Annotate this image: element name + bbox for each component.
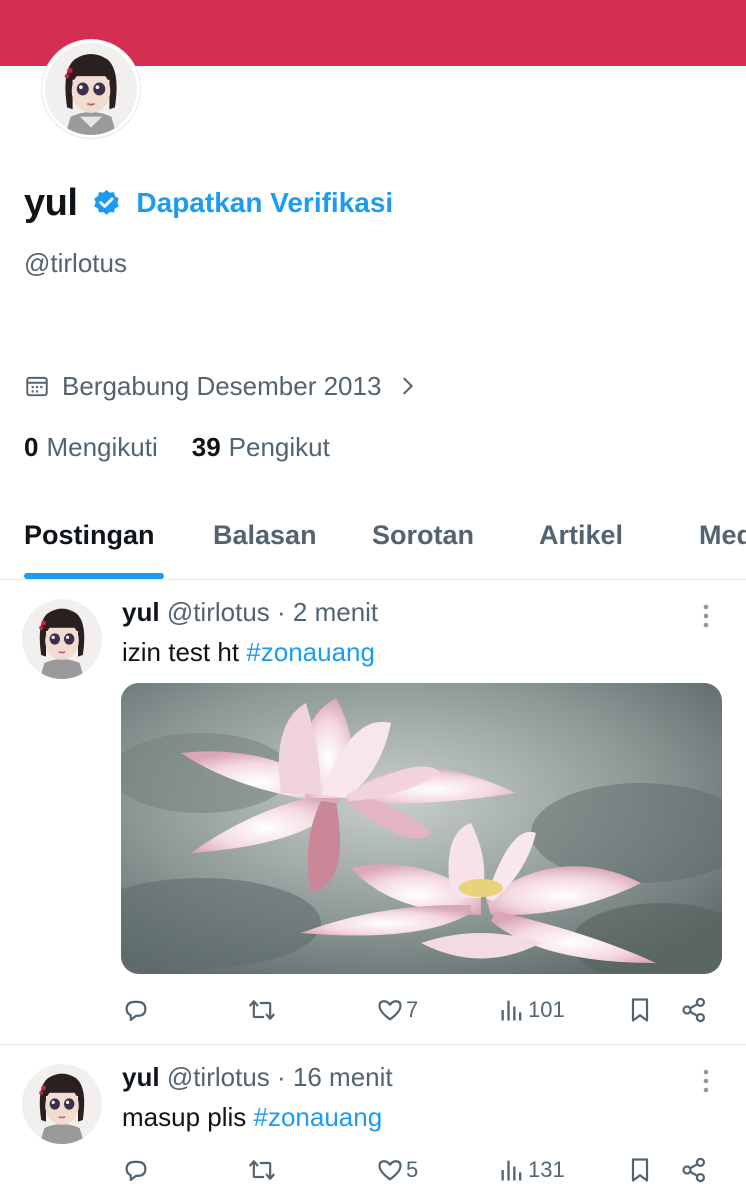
reply-button[interactable] xyxy=(122,1152,150,1188)
like-count: 5 xyxy=(406,1157,419,1182)
avatar-image xyxy=(22,599,102,679)
hashtag-link[interactable]: #zonauang xyxy=(254,1102,383,1132)
heart-icon xyxy=(378,1000,402,1021)
tab-media[interactable]: Med xyxy=(699,520,746,551)
repost-button[interactable] xyxy=(248,992,276,1028)
post-header: yul @tirlotus · 16 menit xyxy=(122,1062,393,1093)
post-handle-time[interactable]: @tirlotus · 2 menit xyxy=(167,597,378,627)
lotus-photo xyxy=(121,683,722,974)
repost-icon xyxy=(249,1000,275,1020)
like-count: 7 xyxy=(406,997,419,1022)
repost-button[interactable] xyxy=(248,1152,276,1188)
following-label[interactable]: Mengikuti xyxy=(46,432,157,463)
get-verified-link[interactable]: Dapatkan Verifikasi xyxy=(136,187,393,219)
following-count[interactable]: 0 xyxy=(24,432,38,463)
reply-icon xyxy=(125,1000,147,1022)
views-bar-icon xyxy=(501,1160,522,1181)
post-author-name[interactable]: yul xyxy=(122,1062,160,1092)
profile-avatar[interactable] xyxy=(42,40,140,138)
bookmark-button[interactable] xyxy=(626,992,654,1028)
views-button[interactable]: 101 xyxy=(498,992,565,1028)
profile-name-row: yul Dapatkan Verifikasi xyxy=(24,178,393,228)
post-avatar[interactable] xyxy=(22,599,102,679)
share-icon xyxy=(682,997,706,1023)
bookmark-button[interactable] xyxy=(626,1152,654,1188)
avatar-image xyxy=(22,1064,102,1144)
verified-badge-icon[interactable] xyxy=(91,188,122,219)
followers-count[interactable]: 39 xyxy=(192,432,221,463)
post-text: izin test ht #zonauang xyxy=(122,637,375,668)
avatar-image xyxy=(45,43,137,135)
active-tab-indicator xyxy=(24,573,164,579)
share-button[interactable] xyxy=(680,1152,708,1188)
post-item[interactable]: yul @tirlotus · 2 menit izin test ht #zo… xyxy=(0,581,746,1045)
post-body: masup plis xyxy=(122,1102,254,1132)
calendar-icon xyxy=(26,376,48,397)
reply-icon xyxy=(125,1160,147,1182)
view-count: 101 xyxy=(528,997,565,1022)
joined-date-row[interactable]: Bergabung Desember 2013 xyxy=(24,366,419,406)
reply-button[interactable] xyxy=(122,992,150,1028)
post-actions: 5 131 xyxy=(0,1152,746,1188)
post-media-image[interactable] xyxy=(121,683,722,974)
bookmark-icon xyxy=(631,1158,649,1182)
like-button[interactable]: 5 xyxy=(376,1152,418,1188)
tab-articles[interactable]: Artikel xyxy=(539,520,623,551)
display-name: yul xyxy=(24,181,78,224)
like-button[interactable]: 7 xyxy=(376,992,418,1028)
heart-icon xyxy=(378,1160,402,1181)
repost-icon xyxy=(249,1160,275,1180)
hashtag-link[interactable]: #zonauang xyxy=(246,637,375,667)
view-count: 131 xyxy=(528,1157,565,1182)
views-bar-icon xyxy=(501,1000,522,1021)
post-avatar[interactable] xyxy=(22,1064,102,1144)
followers-label[interactable]: Pengikut xyxy=(229,432,330,463)
post-handle-time[interactable]: @tirlotus · 16 menit xyxy=(167,1062,393,1092)
more-vertical-icon[interactable] xyxy=(696,601,716,631)
bookmark-icon xyxy=(631,998,649,1022)
joined-date-text: Bergabung Desember 2013 xyxy=(62,370,382,401)
more-vertical-icon[interactable] xyxy=(696,1066,716,1096)
share-button[interactable] xyxy=(680,992,708,1028)
tab-replies[interactable]: Balasan xyxy=(213,520,317,551)
follow-stats: 0 Mengikuti 39 Pengikut xyxy=(24,428,330,466)
profile-handle: @tirlotus xyxy=(24,248,127,278)
views-button[interactable]: 131 xyxy=(498,1152,565,1188)
post-item[interactable]: yul @tirlotus · 16 menit masup plis #zon… xyxy=(0,1046,746,1200)
tab-posts[interactable]: Postingan xyxy=(24,520,155,551)
post-body: izin test ht xyxy=(122,637,247,667)
post-author-name[interactable]: yul xyxy=(122,597,160,627)
chevron-right-icon xyxy=(403,377,414,395)
share-icon xyxy=(682,1157,706,1183)
post-text: masup plis #zonauang xyxy=(122,1102,382,1133)
post-header: yul @tirlotus · 2 menit xyxy=(122,597,378,628)
post-actions: 7 101 xyxy=(0,992,746,1028)
tab-highlights[interactable]: Sorotan xyxy=(372,520,474,551)
profile-tabs: Postingan Balasan Sorotan Artikel Med xyxy=(0,508,746,580)
